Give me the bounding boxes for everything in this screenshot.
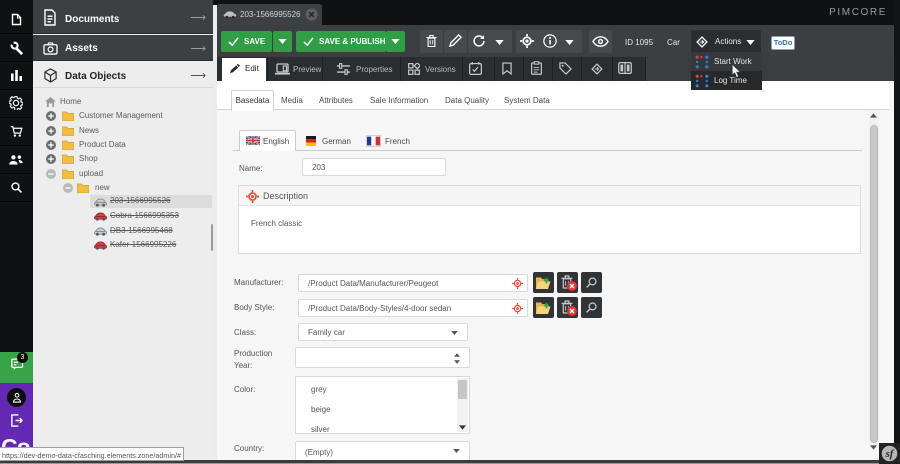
svg-text:sf: sf	[885, 449, 895, 460]
